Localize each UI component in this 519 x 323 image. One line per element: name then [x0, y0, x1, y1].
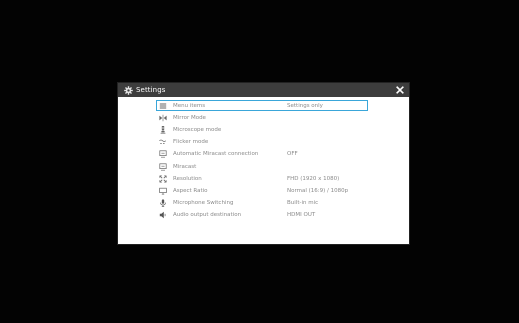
setting-value: Normal (16:9) / 1080p — [287, 187, 349, 194]
microphone-icon — [158, 198, 167, 207]
setting-label: Menu items — [173, 103, 206, 110]
setting-row-audio-output[interactable]: Audio output destination HDMI OUT — [118, 209, 409, 221]
microscope-icon — [158, 126, 167, 135]
menu-icon — [158, 102, 167, 111]
setting-value: Settings only — [287, 103, 323, 110]
settings-dialog: Settings Menu items Settings only Mirror — [118, 83, 409, 244]
cast-icon — [158, 150, 167, 159]
settings-list: Menu items Settings only Mirror Mode Mic… — [118, 97, 409, 221]
cast-icon — [158, 162, 167, 171]
setting-row-microphone-switching[interactable]: Microphone Switching Built-in mic — [118, 197, 409, 209]
resolution-icon — [158, 174, 167, 183]
screen: Settings Menu items Settings only Mirror — [0, 0, 519, 323]
setting-row-aspect-ratio[interactable]: Aspect Ratio Normal (16:9) / 1080p — [118, 185, 409, 197]
setting-label: Flicker mode — [173, 139, 209, 146]
setting-label: Audio output destination — [173, 211, 242, 218]
setting-label: Microscope mode — [173, 127, 222, 134]
setting-value: HDMI OUT — [287, 211, 316, 218]
speaker-icon — [158, 210, 167, 219]
setting-row-resolution[interactable]: Resolution FHD (1920 x 1080) — [118, 173, 409, 185]
window-title: Settings — [136, 86, 166, 94]
flicker-icon — [158, 138, 167, 147]
setting-label: Aspect Ratio — [173, 187, 208, 194]
setting-row-microscope-mode[interactable]: Microscope mode — [118, 124, 409, 136]
setting-label: Microphone Switching — [173, 199, 234, 206]
gear-icon — [123, 85, 133, 95]
title-bar: Settings — [118, 83, 409, 97]
close-icon[interactable] — [395, 85, 404, 94]
setting-row-mirror-mode[interactable]: Mirror Mode — [118, 112, 409, 124]
setting-row-automatic-miracast[interactable]: Automatic Miracast connection OFF — [118, 148, 409, 160]
setting-label: Mirror Mode — [173, 115, 206, 122]
monitor-icon — [158, 186, 167, 195]
setting-label: Automatic Miracast connection — [173, 151, 259, 158]
setting-value: Built-in mic — [287, 199, 319, 206]
setting-value: FHD (1920 x 1080) — [287, 175, 340, 182]
setting-row-flicker-mode[interactable]: Flicker mode — [118, 136, 409, 148]
setting-row-menu-items[interactable]: Menu items Settings only — [118, 100, 409, 112]
mirror-icon — [158, 114, 167, 123]
setting-label: Miracast — [173, 163, 197, 170]
setting-label: Resolution — [173, 175, 202, 182]
setting-value: OFF — [287, 151, 298, 158]
setting-row-miracast[interactable]: Miracast — [118, 160, 409, 172]
